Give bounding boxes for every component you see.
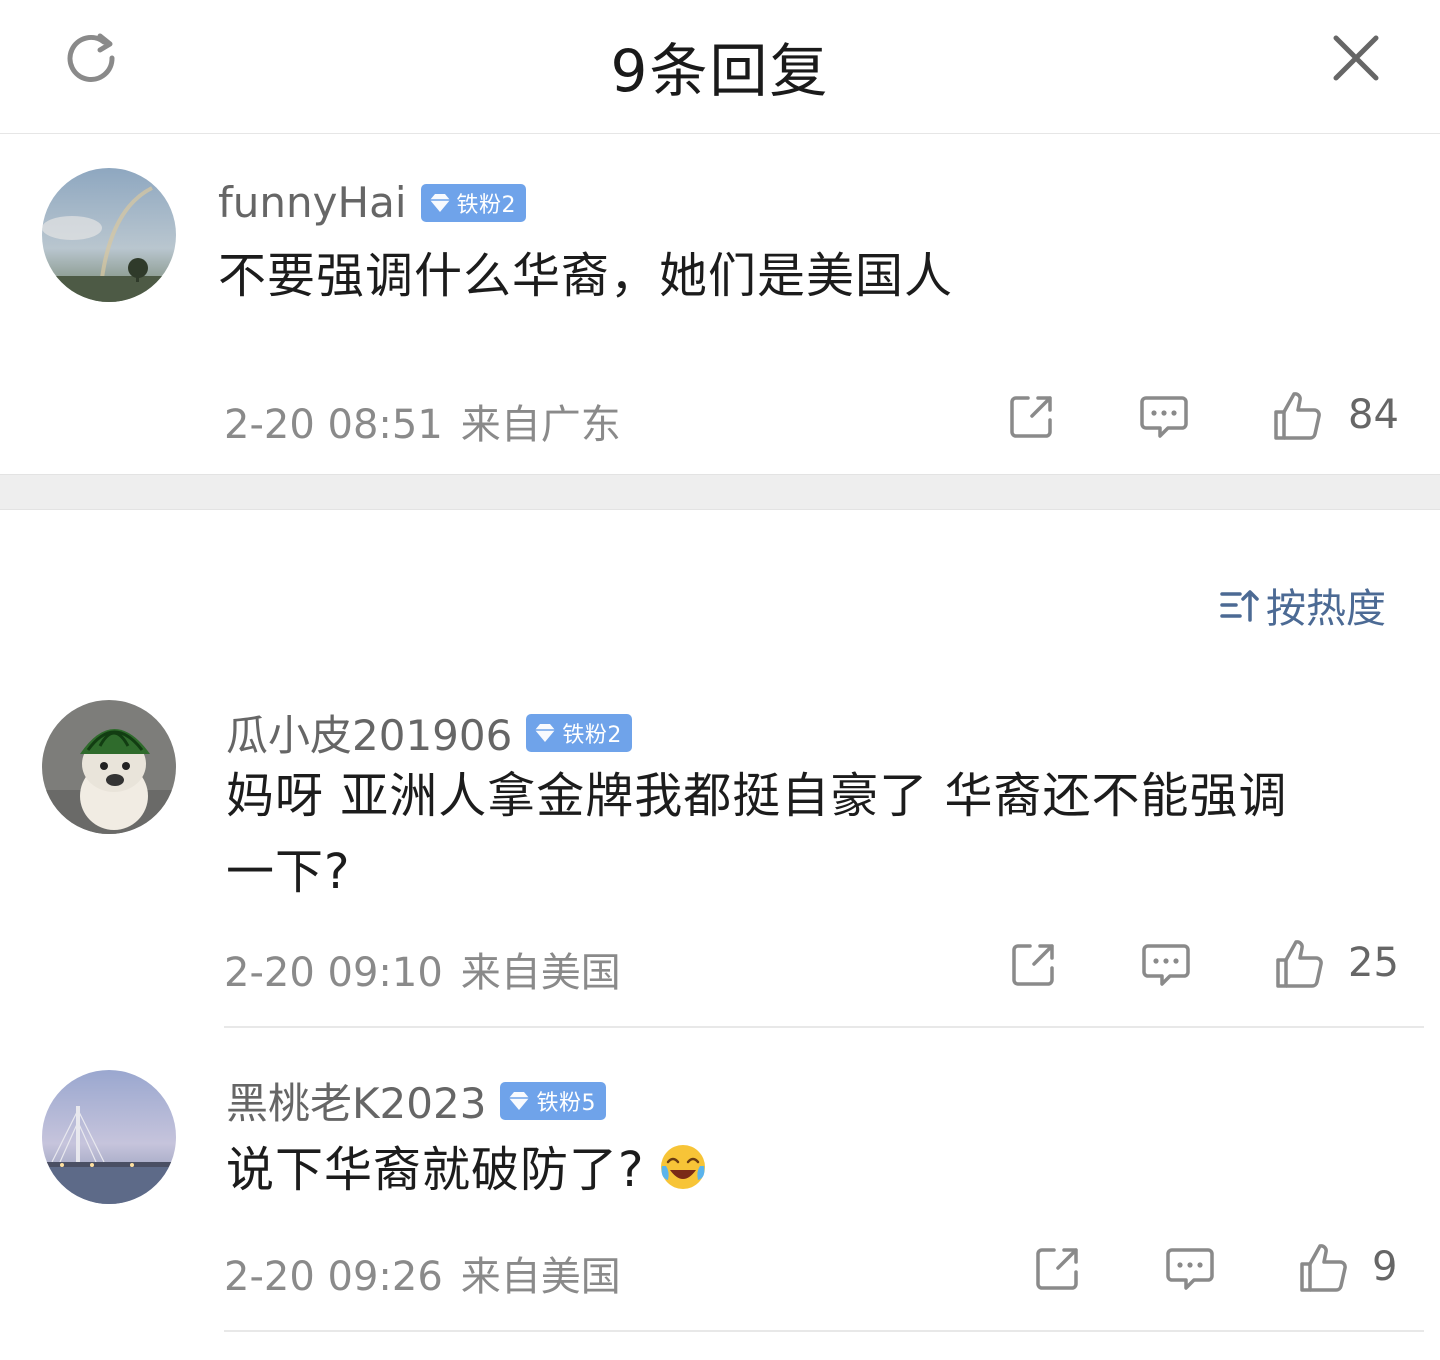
username[interactable]: funnyHai 铁粉2: [218, 178, 526, 227]
like-icon[interactable]: [1274, 938, 1326, 990]
comment-meta: 2-20 09:10 来自美国: [224, 940, 621, 998]
comment-text: 说下华裔就破防了?: [226, 1142, 645, 1198]
like-icon[interactable]: [1298, 1242, 1350, 1294]
diamond-icon: [429, 193, 450, 212]
sort-button[interactable]: 按热度: [1218, 576, 1386, 634]
root-comment: funnyHai 铁粉2 不要强调什么华裔，她们是美国人 2-20 08:51 来…: [0, 134, 1440, 474]
share-icon[interactable]: [1032, 1242, 1084, 1294]
like-count: 84: [1348, 392, 1399, 438]
diamond-icon: [535, 723, 556, 742]
fan-badge: 铁粉5: [500, 1081, 606, 1120]
avatar[interactable]: [42, 1070, 176, 1204]
location: 来自美国: [460, 950, 621, 996]
comment-text-row: 说下华裔就破防了?: [226, 1118, 708, 1222]
section-divider: [0, 474, 1440, 510]
reply-item: 黑桃老K2023 铁粉5 说下华裔就破防了? 2-20 09:26 来自美国 9: [0, 1028, 1440, 1332]
diamond-icon: [509, 1091, 530, 1110]
badge-label: 铁粉5: [536, 1090, 596, 1116]
timestamp: 2-20 09:10: [224, 950, 443, 996]
share-icon[interactable]: [1006, 390, 1058, 442]
reply-divider: [224, 1330, 1424, 1332]
reply-item: 瓜小皮201906 铁粉2 妈呀 亚洲人拿金牌我都挺自豪了 华裔还不能强调 一下…: [0, 680, 1440, 1028]
like-count: 9: [1372, 1244, 1398, 1290]
comment-meta: 2-20 09:26 来自美国: [224, 1244, 621, 1302]
comment-meta: 2-20 08:51 来自广东: [224, 392, 621, 450]
sort-icon: [1220, 590, 1259, 622]
sort-label: 按热度: [1266, 586, 1386, 632]
comment-text: 妈呀 亚洲人拿金牌我都挺自豪了 华裔还不能强调: [226, 768, 1288, 824]
header-bar: 9条回复: [0, 0, 1440, 134]
share-icon[interactable]: [1008, 938, 1060, 990]
comment-text: 不要强调什么华裔，她们是美国人: [218, 248, 954, 304]
like-count: 25: [1348, 940, 1399, 986]
fan-badge: 铁粉2: [420, 183, 526, 222]
comment-text-continued: 一下?: [226, 844, 351, 900]
timestamp: 2-20 08:51: [224, 402, 443, 448]
badge-label: 铁粉2: [456, 192, 516, 218]
timestamp: 2-20 09:26: [224, 1254, 443, 1300]
close-icon[interactable]: [1328, 30, 1384, 86]
comment-icon[interactable]: [1138, 390, 1190, 442]
laughing-crying-emoji-icon: [661, 1145, 706, 1189]
comment-icon[interactable]: [1164, 1242, 1216, 1294]
page-title: 9条回复: [610, 37, 830, 105]
like-icon[interactable]: [1272, 390, 1324, 442]
comment-icon[interactable]: [1140, 938, 1192, 990]
location: 来自美国: [460, 1254, 621, 1300]
location: 来自广东: [460, 402, 621, 448]
username-text[interactable]: funnyHai: [218, 178, 407, 227]
avatar[interactable]: [42, 168, 176, 302]
avatar[interactable]: [42, 700, 176, 834]
